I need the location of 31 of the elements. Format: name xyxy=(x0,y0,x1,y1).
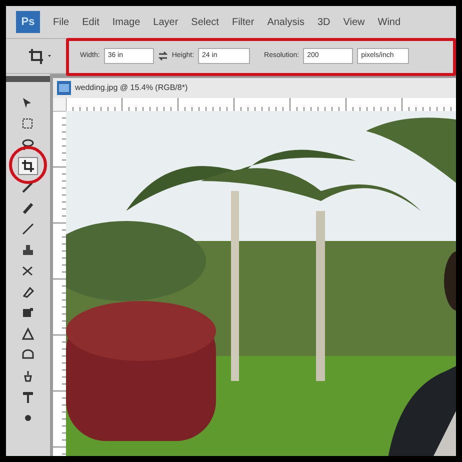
tool-icon xyxy=(21,138,35,152)
tool-icon xyxy=(21,117,35,131)
app-logo: Ps xyxy=(16,11,40,33)
menu-item[interactable]: 3D xyxy=(317,14,330,30)
tool-button[interactable] xyxy=(18,157,38,175)
document-title: wedding.jpg @ 15.4% (RGB/8*) xyxy=(75,82,188,94)
tool-icon xyxy=(21,285,35,299)
menu-item[interactable]: Wind xyxy=(378,14,401,30)
tool-icon xyxy=(21,369,35,383)
swap-icon[interactable] xyxy=(158,51,168,61)
tool-icon xyxy=(21,201,35,215)
menu-item[interactable]: Analysis xyxy=(267,14,304,30)
ruler-corner xyxy=(53,98,66,111)
menu-item[interactable]: Layer xyxy=(153,14,178,30)
menu-item[interactable]: Image xyxy=(112,14,140,30)
document-tab[interactable]: wedding.jpg @ 15.4% (RGB/8*) xyxy=(53,78,456,98)
crop-tool-icon[interactable] xyxy=(28,47,54,65)
tool-icon xyxy=(21,222,35,236)
menu-item[interactable]: File xyxy=(53,14,70,30)
menu-item[interactable]: Select xyxy=(191,14,219,30)
tool-icon xyxy=(21,390,35,404)
tool-icon xyxy=(21,348,35,362)
menu-item[interactable]: View xyxy=(343,14,365,30)
document-icon xyxy=(57,81,71,95)
tool-icon xyxy=(21,327,35,341)
menu-item[interactable]: Edit xyxy=(82,14,100,30)
tool-icon xyxy=(21,159,35,173)
tool-icon xyxy=(21,306,35,320)
menu-item[interactable]: Filter xyxy=(232,14,254,30)
tool-icon xyxy=(21,264,35,278)
tool-icon xyxy=(21,243,35,257)
